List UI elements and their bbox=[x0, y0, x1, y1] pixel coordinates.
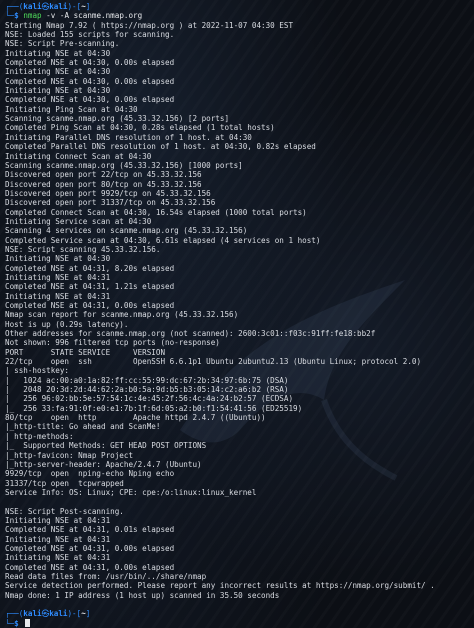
prompt-user: kali bbox=[23, 2, 42, 11]
prompt-dollar: $ bbox=[14, 11, 19, 21]
output-line: Nmap done: 1 IP address (1 host up) scan… bbox=[5, 590, 280, 600]
output-line: Completed NSE at 04:31, 1.21s elapsed bbox=[5, 282, 175, 292]
prompt-line: ┌──(kali㉿kali)-[~] bbox=[5, 2, 91, 11]
output-line: |_ 256 33:fa:91:0f:e0:e1:7b:1f:6d:05:a2:… bbox=[5, 403, 303, 413]
output-line: Completed NSE at 04:30, 0.00s elapsed bbox=[5, 58, 175, 68]
output-line: | 256 96:02:bb:5e:57:54:1c:4e:45:2f:56:4… bbox=[5, 394, 294, 404]
output-line: 9929/tcp open nping-echo Nping echo bbox=[5, 469, 175, 479]
output-line: 22/tcp open ssh OpenSSH 6.6.1p1 Ubuntu 2… bbox=[5, 357, 422, 367]
output-line: NSE: Script Pre-scanning. bbox=[5, 39, 120, 49]
output-line: Initiating Parallel DNS resolution of 1 … bbox=[5, 132, 252, 142]
output-line: Completed NSE at 04:31, 0.00s elapsed bbox=[5, 543, 175, 553]
command-name: nmap bbox=[23, 11, 42, 21]
output-line: NSE: Script Post-scanning. bbox=[5, 506, 124, 516]
output-line: Starting Nmap 7.92 ( https://nmap.org ) … bbox=[5, 20, 294, 30]
prompt-user: kali bbox=[23, 609, 42, 619]
prompt-dollar: $ bbox=[14, 618, 19, 628]
output-line: 31337/tcp open tcpwrapped bbox=[5, 478, 124, 488]
output-line: Completed Ping Scan at 04:30, 0.28s elap… bbox=[5, 123, 275, 133]
output-line: Initiating NSE at 04:31 bbox=[5, 291, 111, 301]
output-line: |_http-favicon: Nmap Project bbox=[5, 450, 134, 460]
terminal-output: Starting Nmap 7.92 ( https://nmap.org ) … bbox=[5, 21, 471, 600]
output-line: Discovered open port 31337/tcp on 45.33.… bbox=[5, 198, 216, 208]
output-line: Completed NSE at 04:31, 0.00s elapsed bbox=[5, 301, 175, 310]
output-line: | 1024 ac:00:a0:1a:82:ff:cc:55:99:dc:67:… bbox=[5, 375, 289, 385]
prompt-line: ┌──(kali㉿kali)-[~] bbox=[5, 609, 91, 619]
output-line: Service detection performed. Please repo… bbox=[5, 581, 435, 591]
output-line: Discovered open port 9929/tcp on 45.33.3… bbox=[5, 188, 211, 198]
output-line: Completed NSE at 04:30, 0.00s elapsed bbox=[5, 76, 175, 86]
output-line: | http-methods: bbox=[5, 431, 79, 441]
output-line: |_http-server-header: Apache/2.4.7 (Ubun… bbox=[5, 459, 202, 469]
output-line: 80/tcp open http Apache httpd 2.4.7 ((Ub… bbox=[5, 413, 266, 423]
output-line: Completed NSE at 04:31, 0.01s elapsed bbox=[5, 525, 175, 535]
output-line: |_http-title: Go ahead and ScanMe! bbox=[5, 422, 161, 432]
output-line: PORT STATE SERVICE VERSION bbox=[5, 347, 166, 357]
output-line: Initiating NSE at 04:31 bbox=[5, 534, 111, 544]
text-cursor bbox=[25, 618, 31, 627]
output-line: Initiating NSE at 04:30 bbox=[5, 86, 111, 96]
output-line: Read data files from: /usr/bin/../share/… bbox=[5, 571, 207, 581]
command-line: └─$ nmap -v -A scanme.nmap.org bbox=[5, 11, 143, 21]
output-line: Initiating Connect Scan at 04:30 bbox=[5, 151, 152, 161]
output-line: Discovered open port 22/tcp on 45.33.32.… bbox=[5, 170, 202, 180]
output-line: Completed NSE at 04:31, 0.00s elapsed bbox=[5, 562, 175, 572]
output-line: Initiating NSE at 04:31 bbox=[5, 272, 111, 282]
output-line: Completed NSE at 04:30, 0.00s elapsed bbox=[5, 95, 175, 105]
output-line: Completed NSE at 04:31, 8.20s elapsed bbox=[5, 263, 175, 273]
output-line: Scanning 4 services on scanme.nmap.org (… bbox=[5, 226, 248, 236]
output-line: Other addresses for scanme.nmap.org (not… bbox=[5, 329, 376, 339]
output-line: Scanning scanme.nmap.org (45.33.32.156) … bbox=[5, 160, 243, 170]
command-input-line[interactable]: └─$ bbox=[5, 618, 471, 628]
output-line: Initiating Ping Scan at 04:30 bbox=[5, 104, 138, 114]
output-line: | 2048 20:3d:2d:44:62:2a:b0:5a:9d:b5:b3:… bbox=[5, 385, 289, 395]
output-line: Initiating NSE at 04:30 bbox=[5, 67, 111, 77]
output-line: Completed Service scan at 04:30, 6.61s e… bbox=[5, 235, 321, 245]
output-line: Completed Connect Scan at 04:30, 16.54s … bbox=[5, 207, 307, 217]
prompt-host: kali bbox=[49, 609, 68, 619]
command-args: -v -A scanme.nmap.org bbox=[41, 11, 143, 21]
output-line: Host is up (0.29s latency). bbox=[5, 319, 129, 329]
output-line: NSE: Loaded 155 scripts for scanning. bbox=[5, 30, 175, 40]
output-line: |_ Supported Methods: GET HEAD POST OPTI… bbox=[5, 441, 207, 451]
output-line: Initiating Service scan at 04:30 bbox=[5, 216, 152, 226]
output-line: Completed Parallel DNS resolution of 1 h… bbox=[5, 142, 316, 152]
prompt-host: kali bbox=[49, 2, 68, 11]
output-line: Service Info: OS: Linux; CPE: cpe:/o:lin… bbox=[5, 487, 257, 497]
terminal-window[interactable]: ┌──(kali㉿kali)-[~] └─$ nmap -v -A scanme… bbox=[0, 0, 474, 628]
output-line: Initiating NSE at 04:30 bbox=[5, 48, 111, 58]
output-line: Initiating NSE at 04:31 bbox=[5, 553, 111, 563]
output-line: Not shown: 996 filtered tcp ports (no-re… bbox=[5, 338, 220, 348]
output-line: Initiating NSE at 04:31 bbox=[5, 515, 111, 525]
output-line: Nmap scan report for scanme.nmap.org (45… bbox=[5, 310, 239, 320]
output-line: Initiating NSE at 04:30 bbox=[5, 254, 111, 264]
output-line: Discovered open port 80/tcp on 45.33.32.… bbox=[5, 179, 202, 189]
output-line: Scanning scanme.nmap.org (45.33.32.156) … bbox=[5, 114, 230, 124]
output-line: NSE: Script scanning 45.33.32.156. bbox=[5, 244, 161, 254]
output-line: | ssh-hostkey: bbox=[5, 366, 74, 376]
